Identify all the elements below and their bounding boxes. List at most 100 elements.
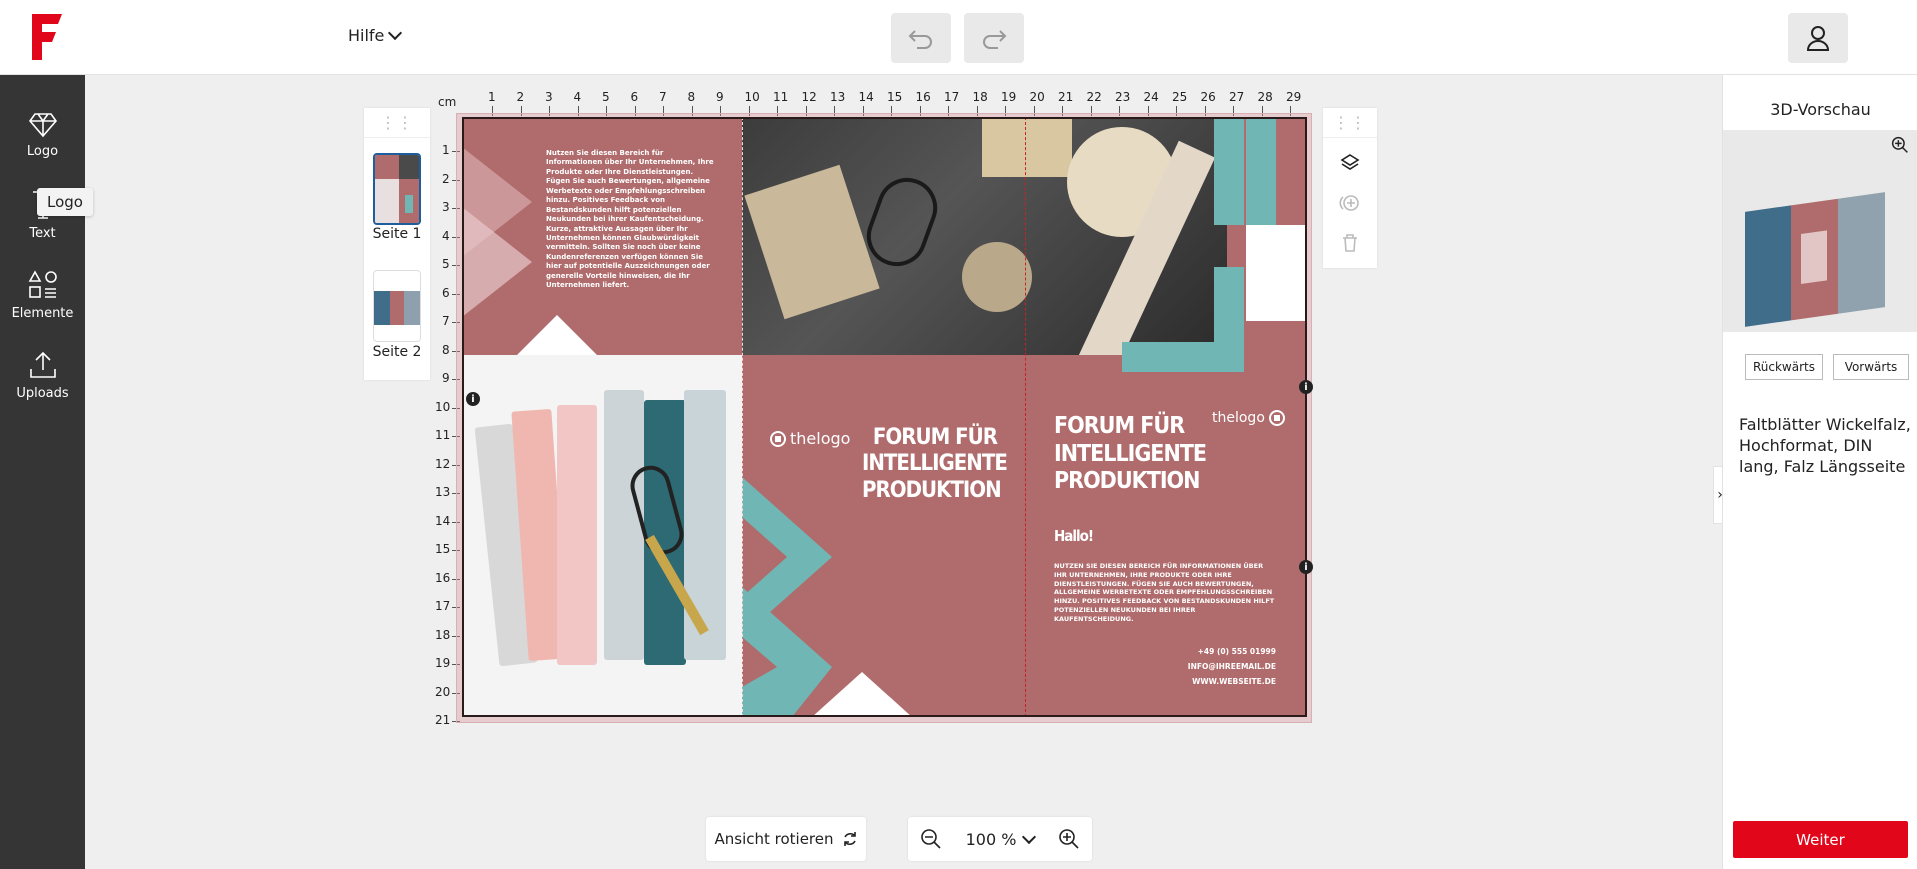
ruler-tick-label: 21: [435, 713, 451, 727]
body-text-right[interactable]: NUTZEN SIE DIESEN BEREICH FÜR INFORMATIO…: [1054, 562, 1276, 623]
ruler-tick-label: 16: [435, 570, 451, 585]
undo-button[interactable]: [891, 13, 951, 63]
fold-line: [742, 117, 743, 717]
ruler-tick-label: 15: [887, 90, 903, 104]
top-bar: Hilfe: [0, 0, 1917, 75]
photo-fabrics[interactable]: [462, 355, 742, 717]
info-icon[interactable]: i: [1299, 380, 1313, 394]
brand-logo[interactable]: [28, 10, 68, 64]
chevron-down-icon: [1022, 829, 1037, 844]
ruler-tick-label: 10: [744, 90, 760, 104]
ruler-tick-label: 4: [573, 90, 582, 104]
panel1-text[interactable]: Nutzen Sie diesen Bereich für Informatio…: [546, 149, 716, 291]
headline-left[interactable]: FORUM FÜR INTELLIGENTE PRODUKTION: [862, 425, 1008, 504]
next-button[interactable]: Weiter: [1733, 821, 1908, 858]
ruler-tick-label: 10: [435, 399, 451, 414]
3d-preview[interactable]: [1723, 130, 1917, 332]
ruler-tick-label: 15: [435, 542, 451, 556]
ruler-tick-label: 18: [972, 90, 988, 104]
help-menu[interactable]: Hilfe: [348, 25, 403, 45]
ruler-tick-label: 9: [442, 371, 450, 385]
redo-button[interactable]: [964, 13, 1024, 63]
ruler-tick-label: 12: [435, 456, 451, 471]
info-icon[interactable]: i: [1299, 560, 1313, 574]
layer-tools-panel: ⋮⋮: [1323, 108, 1377, 268]
zoom-value: 100 %: [965, 829, 1017, 849]
forward-button[interactable]: Vorwärts: [1833, 354, 1909, 380]
ruler-tick-label: 8: [687, 90, 696, 104]
tool-label: Text: [29, 225, 56, 241]
user-account-button[interactable]: [1788, 13, 1848, 63]
layers-button[interactable]: [1323, 143, 1377, 183]
ruler-tick-label: 26: [1200, 90, 1216, 104]
undo-icon: [908, 30, 932, 49]
headline-right[interactable]: FORUM FÜR INTELLIGENTE PRODUKTION: [1054, 413, 1207, 496]
info-icon[interactable]: i: [466, 392, 480, 406]
ruler-tick-label: 14: [858, 90, 874, 104]
ruler-tick-label: 2: [516, 90, 525, 104]
tool-elements[interactable]: Elemente: [0, 255, 85, 335]
drag-handle-icon[interactable]: ⋮⋮: [1323, 108, 1377, 138]
logo-text: thelogo: [790, 429, 851, 448]
ruler-tick-label: 12: [801, 90, 817, 104]
ruler-tick-label: 11: [773, 90, 789, 104]
page-thumbnail-1[interactable]: [373, 153, 421, 225]
zoom-control: 100 %: [908, 817, 1092, 861]
placeholder-block: [1246, 225, 1306, 321]
zoom-out-icon[interactable]: [920, 828, 942, 850]
page-label-1: Seite 1: [372, 226, 422, 242]
white-triangle-decoration: [812, 672, 912, 717]
ruler-tick-label: 1: [442, 143, 450, 157]
ruler-tick-label: 11: [435, 428, 451, 442]
ruler-tick-label: 20: [1029, 90, 1045, 104]
duplicate-button[interactable]: [1323, 183, 1377, 223]
tool-logo[interactable]: Logo: [0, 95, 85, 175]
help-label: Hilfe: [348, 26, 385, 45]
ruler-tick-label: 22: [1086, 90, 1102, 104]
ruler-tick-label: 9: [716, 90, 724, 104]
shapes-icon: [28, 269, 57, 298]
triangle-decoration: [517, 315, 597, 355]
photo-tools[interactable]: [742, 117, 1227, 355]
refresh-icon: [843, 832, 856, 846]
tool-uploads[interactable]: Uploads: [0, 335, 85, 415]
hello-heading[interactable]: Hallo!: [1054, 527, 1094, 545]
ruler-tick-label: 3: [442, 200, 450, 214]
back-button[interactable]: Rückwärts: [1745, 354, 1823, 380]
web-text[interactable]: WWW.WEBSEITE.DE: [1102, 677, 1276, 687]
ruler-tick-label: 24: [1143, 90, 1159, 104]
rotate-view-button[interactable]: Ansicht rotieren: [706, 817, 866, 861]
ruler-tick-label: 23: [1115, 90, 1131, 104]
ruler-tick-label: 25: [1172, 90, 1188, 104]
ruler-tick-label: 3: [545, 90, 553, 104]
email-text[interactable]: INFO@IHREEMAIL.DE: [1102, 662, 1276, 672]
ruler-unit: cm: [438, 95, 457, 109]
zoom-in-icon[interactable]: [1058, 828, 1080, 850]
zoom-select[interactable]: 100 %: [965, 829, 1037, 849]
ruler-tick-label: 19: [435, 656, 451, 670]
drag-handle-icon[interactable]: ⋮⋮: [364, 108, 430, 138]
pages-panel: ⋮⋮ Seite 1 Seite 2: [364, 108, 430, 380]
preview-sidebar: 3D-Vorschau Rückwärts Vorwärts Faltblätt…: [1722, 75, 1917, 869]
delete-button[interactable]: [1323, 223, 1377, 263]
logo-placeholder-left[interactable]: thelogo: [770, 429, 850, 448]
phone-text[interactable]: +49 (0) 555 01999: [1102, 647, 1276, 657]
ruler-tick-label: 27: [1229, 90, 1245, 104]
ruler-tick-label: 17: [435, 599, 451, 613]
tool-label: Elemente: [11, 305, 74, 321]
zoom-in-icon[interactable]: [1891, 136, 1909, 154]
ruler-tick-label: 5: [442, 257, 450, 271]
ruler-tick-label: 8: [442, 342, 450, 357]
logo-mark-icon: [770, 430, 786, 447]
ruler-tick-label: 6: [442, 285, 450, 300]
page-label-2: Seite 2: [372, 344, 422, 360]
preview-title: 3D-Vorschau: [1770, 100, 1871, 119]
ruler-tick-label: 28: [1257, 90, 1273, 104]
design-canvas[interactable]: Nutzen Sie diesen Bereich für Informatio…: [462, 117, 1307, 717]
page-thumbnail-2[interactable]: [373, 270, 421, 342]
tooltip: Logo: [37, 188, 93, 216]
ruler-tick-label: 18: [435, 627, 451, 642]
chevron-down-icon: [388, 25, 403, 41]
logo-text: thelogo: [1212, 410, 1265, 426]
logo-placeholder-right[interactable]: thelogo: [1212, 410, 1285, 426]
